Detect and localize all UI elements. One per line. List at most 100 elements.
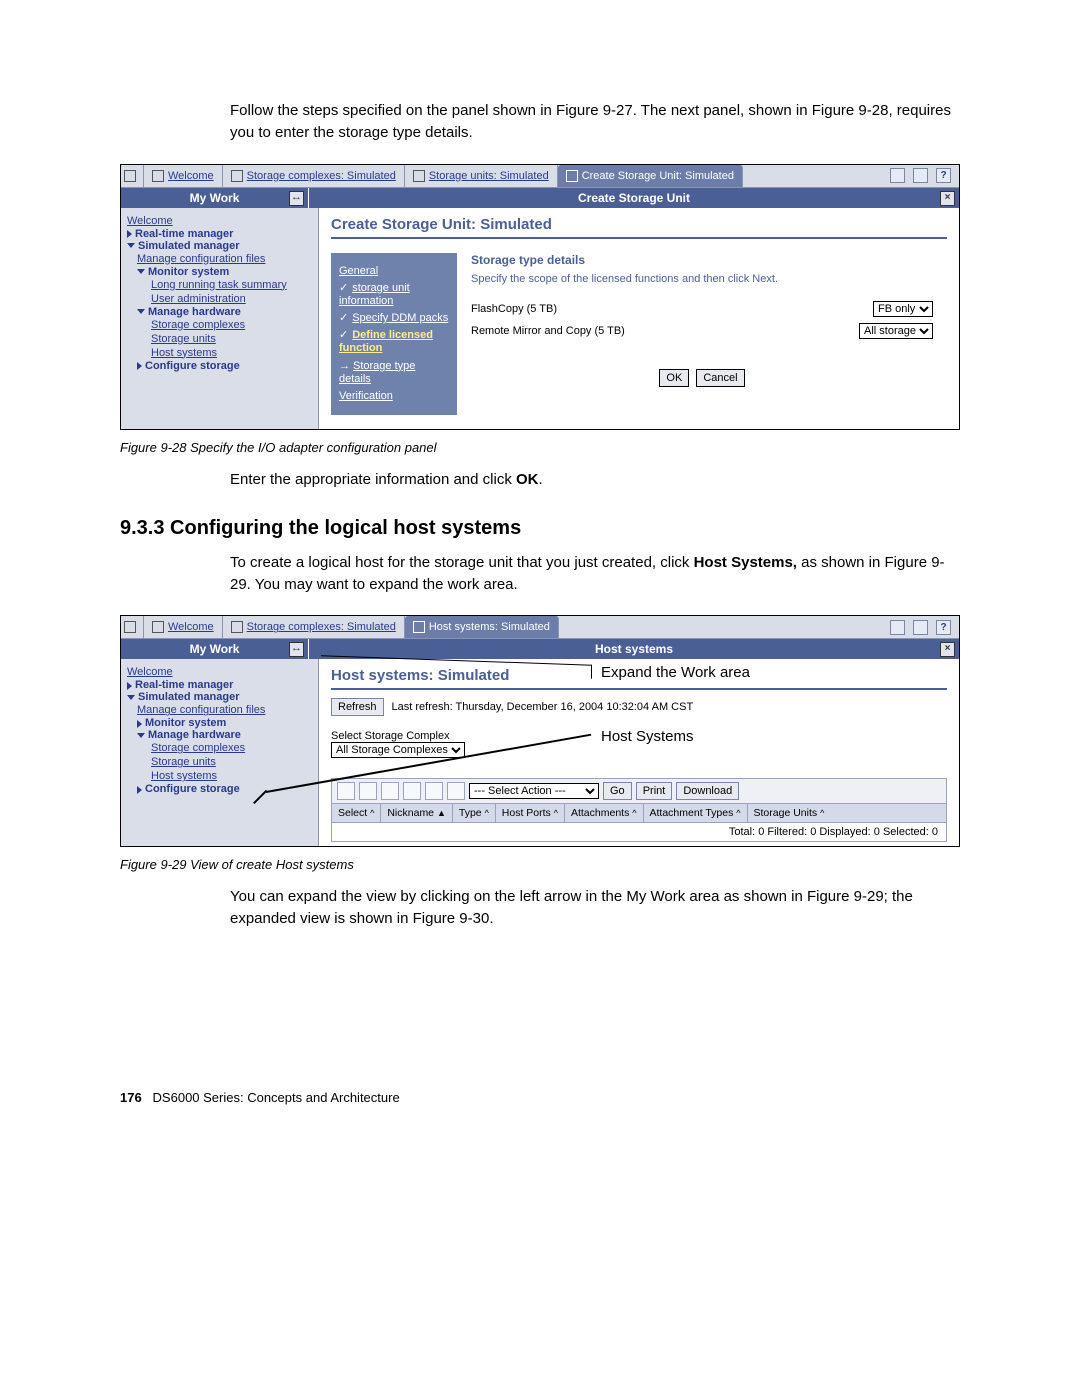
intro-paragraph: Follow the steps specified on the panel … — [120, 100, 960, 144]
section-title: Storage type details — [471, 253, 933, 267]
tab-welcome[interactable]: Welcome — [144, 616, 223, 638]
nav-welcome[interactable]: Welcome — [127, 666, 173, 678]
nav-host-systems[interactable]: Host systems — [151, 347, 217, 359]
nav-welcome[interactable]: Welcome — [127, 215, 173, 227]
sidebar: Welcome Real-time manager Simulated mana… — [121, 208, 319, 430]
action-select[interactable]: --- Select Action --- — [469, 783, 599, 799]
col-nickname[interactable]: Nickname ▲ — [381, 804, 453, 822]
my-work-header: My Work↔ — [121, 188, 309, 208]
tab-create-storage-unit[interactable]: Create Storage Unit: Simulated — [558, 165, 743, 187]
ok-button[interactable]: OK — [659, 369, 689, 387]
nav-realtime-manager[interactable]: Real-time manager — [135, 679, 233, 691]
app-icon — [121, 616, 144, 638]
remote-mirror-select[interactable]: All storage — [859, 323, 933, 339]
table-toolbar: --- Select Action --- Go Print Download — [331, 778, 947, 804]
my-work-header: My Work↔ — [121, 639, 309, 659]
nav-storage-complexes[interactable]: Storage complexes — [151, 319, 245, 331]
download-button[interactable]: Download — [676, 782, 739, 800]
nav-monitor-system[interactable]: Monitor system — [145, 717, 226, 729]
flashcopy-label: FlashCopy (5 TB) — [471, 303, 873, 315]
section-933-intro: To create a logical host for the storage… — [120, 552, 960, 596]
figure-29-caption: Figure 9-29 View of create Host systems — [120, 857, 960, 872]
step-storage-type[interactable]: Storage type details — [339, 360, 415, 385]
step-verification[interactable]: Verification — [339, 390, 393, 402]
tab-storage-complexes[interactable]: Storage complexes: Simulated — [223, 165, 405, 187]
toolbar-icon[interactable] — [381, 782, 399, 800]
figure-9-29: Welcome Storage complexes: Simulated Hos… — [120, 615, 960, 847]
tab-welcome[interactable]: Welcome — [144, 165, 223, 187]
refresh-button[interactable]: Refresh — [331, 698, 384, 716]
main-panel: Create Storage Unit: Simulated General s… — [319, 208, 959, 430]
panel-header: Create Storage Unit× — [309, 188, 959, 208]
sidebar: Welcome Real-time manager Simulated mana… — [121, 659, 319, 846]
remote-mirror-label: Remote Mirror and Copy (5 TB) — [471, 325, 859, 337]
tab-bar: Welcome Storage complexes: Simulated Sto… — [121, 165, 959, 188]
tool-icon[interactable] — [913, 620, 928, 635]
col-select[interactable]: Select ^ — [332, 804, 381, 822]
tab-host-systems[interactable]: Host systems: Simulated — [405, 616, 559, 638]
nav-manage-hardware[interactable]: Manage hardware — [148, 306, 241, 318]
toolbar-icon[interactable] — [337, 782, 355, 800]
app-icon — [121, 165, 144, 187]
col-storage-units[interactable]: Storage Units ^ — [748, 804, 831, 822]
figure-28-caption: Figure 9-28 Specify the I/O adapter conf… — [120, 440, 960, 455]
flashcopy-select[interactable]: FB only — [873, 301, 933, 317]
page-title: Create Storage Unit: Simulated — [331, 216, 947, 239]
go-button[interactable]: Go — [603, 782, 632, 800]
nav-manage-hardware[interactable]: Manage hardware — [148, 729, 241, 741]
nav-configure-storage[interactable]: Configure storage — [145, 783, 240, 795]
nav-long-running-task[interactable]: Long running task summary — [151, 279, 287, 291]
figure-9-28: Welcome Storage complexes: Simulated Sto… — [120, 164, 960, 431]
close-icon[interactable]: × — [940, 191, 955, 206]
nav-monitor-system[interactable]: Monitor system — [148, 266, 229, 278]
table-header: Select ^ Nickname ▲ Type ^ Host Ports ^ … — [331, 804, 947, 823]
col-host-ports[interactable]: Host Ports ^ — [496, 804, 565, 822]
after-fig28-text: Enter the appropriate information and cl… — [120, 469, 960, 491]
section-heading-933: 9.3.3 Configuring the logical host syste… — [120, 517, 960, 540]
annotation-host-systems: Host Systems — [601, 728, 694, 745]
help-icon[interactable]: ? — [936, 620, 951, 635]
close-icon[interactable]: × — [940, 642, 955, 657]
main-panel: Host systems: Simulated Refresh Last ref… — [319, 659, 959, 846]
nav-configure-storage[interactable]: Configure storage — [145, 360, 240, 372]
nav-storage-units[interactable]: Storage units — [151, 333, 216, 345]
nav-simulated-manager[interactable]: Simulated manager — [138, 240, 239, 252]
nav-simulated-manager[interactable]: Simulated manager — [138, 691, 239, 703]
nav-storage-units[interactable]: Storage units — [151, 756, 216, 768]
step-general[interactable]: General — [339, 265, 378, 277]
last-refresh-text: Last refresh: Thursday, December 16, 200… — [392, 701, 694, 713]
nav-realtime-manager[interactable]: Real-time manager — [135, 228, 233, 240]
help-icon[interactable]: ? — [936, 168, 951, 183]
nav-manage-config-files[interactable]: Manage configuration files — [137, 704, 265, 716]
nav-user-admin[interactable]: User administration — [151, 293, 246, 305]
col-attachments[interactable]: Attachments ^ — [565, 804, 644, 822]
nav-host-systems[interactable]: Host systems — [151, 770, 217, 782]
tool-icon[interactable] — [890, 168, 905, 183]
step-storage-info[interactable]: storage unit information — [339, 282, 410, 307]
step-ddm[interactable]: Specify DDM packs — [352, 312, 448, 324]
tool-icon[interactable] — [913, 168, 928, 183]
tab-storage-complexes[interactable]: Storage complexes: Simulated — [223, 616, 405, 638]
storage-complex-select[interactable]: All Storage Complexes — [331, 742, 465, 758]
tab-bar: Welcome Storage complexes: Simulated Hos… — [121, 616, 959, 639]
expand-icon[interactable]: ↔ — [289, 191, 304, 206]
col-type[interactable]: Type ^ — [453, 804, 496, 822]
step-define-function[interactable]: Define licensed function — [339, 329, 433, 354]
annotation-expand-work-area: Expand the Work area — [601, 664, 750, 681]
cancel-button[interactable]: Cancel — [696, 369, 744, 387]
col-attachment-types[interactable]: Attachment Types ^ — [644, 804, 748, 822]
table-footer: Total: 0 Filtered: 0 Displayed: 0 Select… — [331, 823, 947, 842]
tab-storage-units[interactable]: Storage units: Simulated — [405, 165, 558, 187]
after-fig29-text: You can expand the view by clicking on t… — [120, 886, 960, 930]
nav-manage-config-files[interactable]: Manage configuration files — [137, 253, 265, 265]
tool-icon[interactable] — [890, 620, 905, 635]
toolbar-icon[interactable] — [447, 782, 465, 800]
panel-header: Host systems× — [309, 639, 959, 659]
expand-icon[interactable]: ↔ — [289, 642, 304, 657]
nav-storage-complexes[interactable]: Storage complexes — [151, 742, 245, 754]
wizard-nav: General storage unit information Specify… — [331, 253, 457, 416]
toolbar-icon[interactable] — [359, 782, 377, 800]
print-button[interactable]: Print — [636, 782, 673, 800]
toolbar-icon[interactable] — [403, 782, 421, 800]
toolbar-icon[interactable] — [425, 782, 443, 800]
